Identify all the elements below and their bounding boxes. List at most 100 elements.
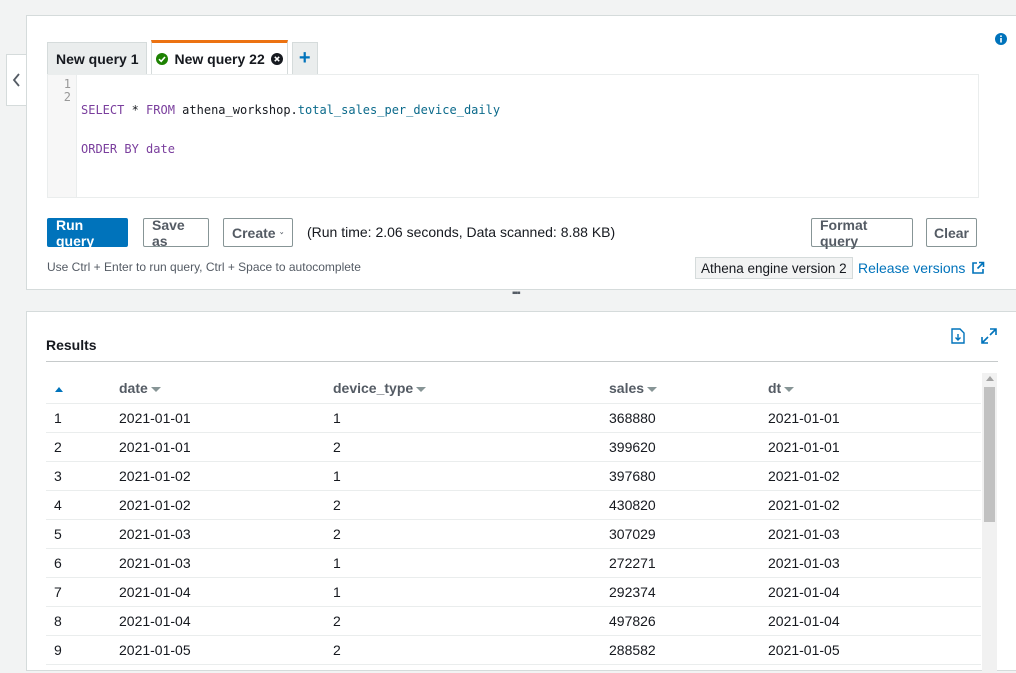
cell-sales: 430820 <box>601 490 760 520</box>
sql-code: SELECT * FROM athena_workshop.total_sale… <box>81 78 500 182</box>
release-versions-link[interactable]: Release versions <box>858 260 985 276</box>
column-header-label: sales <box>609 379 645 396</box>
sql-editor[interactable]: 1 2 SELECT * FROM athena_workshop.total_… <box>47 74 979 198</box>
table-row: 5 2021-01-03 2 307029 2021-01-03 <box>46 519 981 549</box>
cell-dt: 2021-01-04 <box>760 606 981 636</box>
tab-new-query-1[interactable]: New query 1 <box>47 42 148 74</box>
info-icon[interactable] <box>995 32 1007 50</box>
add-tab-button[interactable]: + <box>291 42 318 74</box>
keyboard-hint: Use Ctrl + Enter to run query, Ctrl + Sp… <box>47 260 361 274</box>
scrollbar-thumb[interactable] <box>984 387 995 522</box>
cell-device-type: 2 <box>325 432 601 462</box>
table-row: 3 2021-01-02 1 397680 2021-01-02 <box>46 461 981 491</box>
results-title: Results <box>46 337 97 353</box>
cell-date: 2021-01-01 <box>111 403 325 433</box>
cell-date: 2021-01-01 <box>111 432 325 462</box>
run-info: (Run time: 2.06 seconds, Data scanned: 8… <box>307 224 616 240</box>
column-header-sales[interactable]: sales <box>601 373 760 404</box>
row-index: 3 <box>46 461 111 491</box>
collapse-sidebar-button[interactable] <box>6 54 26 106</box>
sort-ascending-icon <box>55 386 63 392</box>
row-index-header[interactable] <box>46 373 111 404</box>
tab-label: New query 1 <box>56 50 139 67</box>
tab-new-query-22[interactable]: New query 22 <box>151 40 288 74</box>
code-token: SELECT <box>81 103 125 117</box>
cell-device-type: 2 <box>325 519 601 549</box>
results-scrollbar[interactable] <box>982 373 997 673</box>
table-row: 7 2021-01-04 1 292374 2021-01-04 <box>46 577 981 607</box>
row-index: 4 <box>46 490 111 520</box>
resize-handle[interactable]: ▪▪▪ <box>512 288 521 299</box>
column-header-date[interactable]: date <box>111 373 325 404</box>
query-tabs: New query 1 New query 22 + <box>47 40 322 74</box>
table-row: 6 2021-01-03 1 272271 2021-01-03 <box>46 548 981 578</box>
plus-icon: + <box>298 47 311 69</box>
run-query-button[interactable]: Run query <box>47 217 128 249</box>
cell-dt: 2021-01-01 <box>760 403 981 433</box>
line-number: 2 <box>63 90 71 104</box>
sort-caret-icon <box>150 386 161 392</box>
editor-toolbar: Run query Save as Create (Run time: 2.06… <box>47 217 997 249</box>
table-row: 4 2021-01-02 2 430820 2021-01-02 <box>46 490 981 520</box>
download-results-icon[interactable] <box>951 328 965 344</box>
code-token: ORDER BY <box>81 142 139 156</box>
sort-caret-icon <box>647 386 658 392</box>
column-header-label: date <box>119 379 148 396</box>
code-line: ORDER BY date <box>81 143 500 156</box>
column-header-label: dt <box>768 379 782 396</box>
row-index: 5 <box>46 519 111 549</box>
cell-device-type: 2 <box>325 490 601 520</box>
cell-dt: 2021-01-03 <box>760 519 981 549</box>
cell-sales: 397680 <box>601 461 760 491</box>
row-index: 6 <box>46 548 111 578</box>
cell-device-type: 1 <box>325 548 601 578</box>
cell-sales: 307029 <box>601 519 760 549</box>
cell-dt: 2021-01-01 <box>760 432 981 462</box>
cell-dt: 2021-01-03 <box>760 548 981 578</box>
cell-sales: 497826 <box>601 606 760 636</box>
sort-caret-icon <box>784 386 795 392</box>
code-token: total_sales_per_device_daily <box>297 103 501 117</box>
chevron-down-icon <box>279 231 283 234</box>
cell-dt: 2021-01-02 <box>760 490 981 520</box>
code-token: athena_workshop. <box>174 103 298 117</box>
code-token: date <box>146 142 175 156</box>
cell-sales: 272271 <box>601 548 760 578</box>
results-divider <box>46 361 998 362</box>
cell-sales: 399620 <box>601 432 760 462</box>
save-as-button[interactable]: Save as <box>143 217 209 249</box>
column-header-device-type[interactable]: device_type <box>325 373 601 404</box>
table-row: 2 2021-01-01 2 399620 2021-01-01 <box>46 432 981 462</box>
chevron-left-icon <box>12 73 20 87</box>
cell-device-type: 1 <box>325 461 601 491</box>
cell-dt: 2021-01-02 <box>760 461 981 491</box>
cell-date: 2021-01-04 <box>111 606 325 636</box>
query-editor-panel: New query 1 New query 22 + 1 2 SELECT * … <box>26 15 1016 290</box>
scroll-up-arrow-icon[interactable] <box>986 376 994 381</box>
row-index: 7 <box>46 577 111 607</box>
table-row: 1 2021-01-01 1 368880 2021-01-01 <box>46 403 981 433</box>
cell-dt: 2021-01-04 <box>760 577 981 607</box>
external-link-icon <box>972 261 985 274</box>
table-header-row: date device_type sales dt <box>46 373 981 404</box>
engine-version-badge: Athena engine version 2 <box>695 257 853 279</box>
release-versions-label: Release versions <box>858 260 966 276</box>
cell-sales: 292374 <box>601 577 760 607</box>
create-dropdown-button[interactable]: Create <box>223 218 293 247</box>
close-tab-icon[interactable] <box>270 52 283 65</box>
cell-sales: 368880 <box>601 403 760 433</box>
column-header-dt[interactable]: dt <box>760 373 981 404</box>
cell-date: 2021-01-02 <box>111 461 325 491</box>
cell-date: 2021-01-04 <box>111 577 325 607</box>
tab-label: New query 22 <box>174 50 265 67</box>
expand-icon[interactable] <box>981 328 997 344</box>
clear-button[interactable]: Clear <box>926 218 977 247</box>
code-token: * <box>124 103 147 117</box>
row-index: 8 <box>46 606 111 636</box>
cell-device-type: 2 <box>325 606 601 636</box>
table-row: 8 2021-01-04 2 497826 2021-01-04 <box>46 606 981 636</box>
results-panel: Results date device_type sales dt 1 2021-… <box>26 311 1016 673</box>
format-query-button[interactable]: Format query <box>811 217 913 249</box>
results-table: date device_type sales dt 1 2021-01-01 1 36… <box>46 373 981 665</box>
